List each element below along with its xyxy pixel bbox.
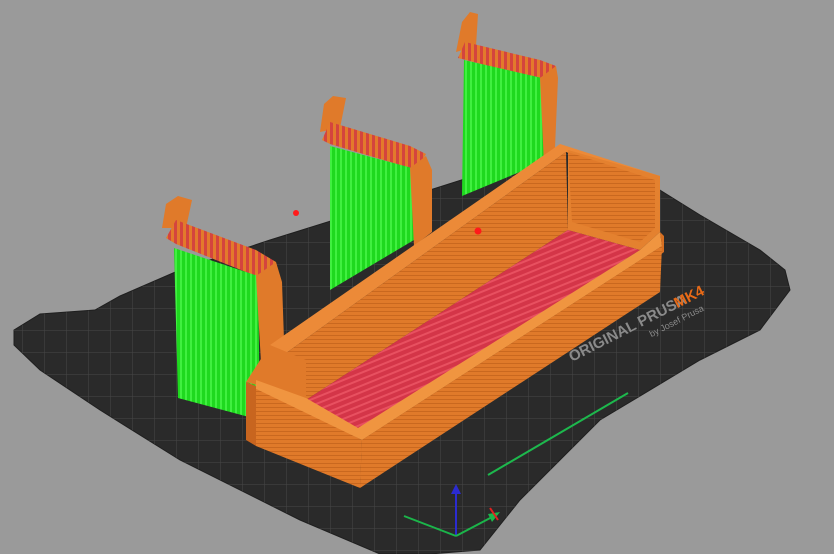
seam-marker [293, 210, 299, 216]
seam-marker [474, 227, 482, 235]
print-preview-scene[interactable]: ORIGINAL PRUSA MK4 by Josef Prusa [0, 0, 834, 554]
3d-viewport[interactable]: ORIGINAL PRUSA MK4 by Josef Prusa [0, 0, 834, 554]
